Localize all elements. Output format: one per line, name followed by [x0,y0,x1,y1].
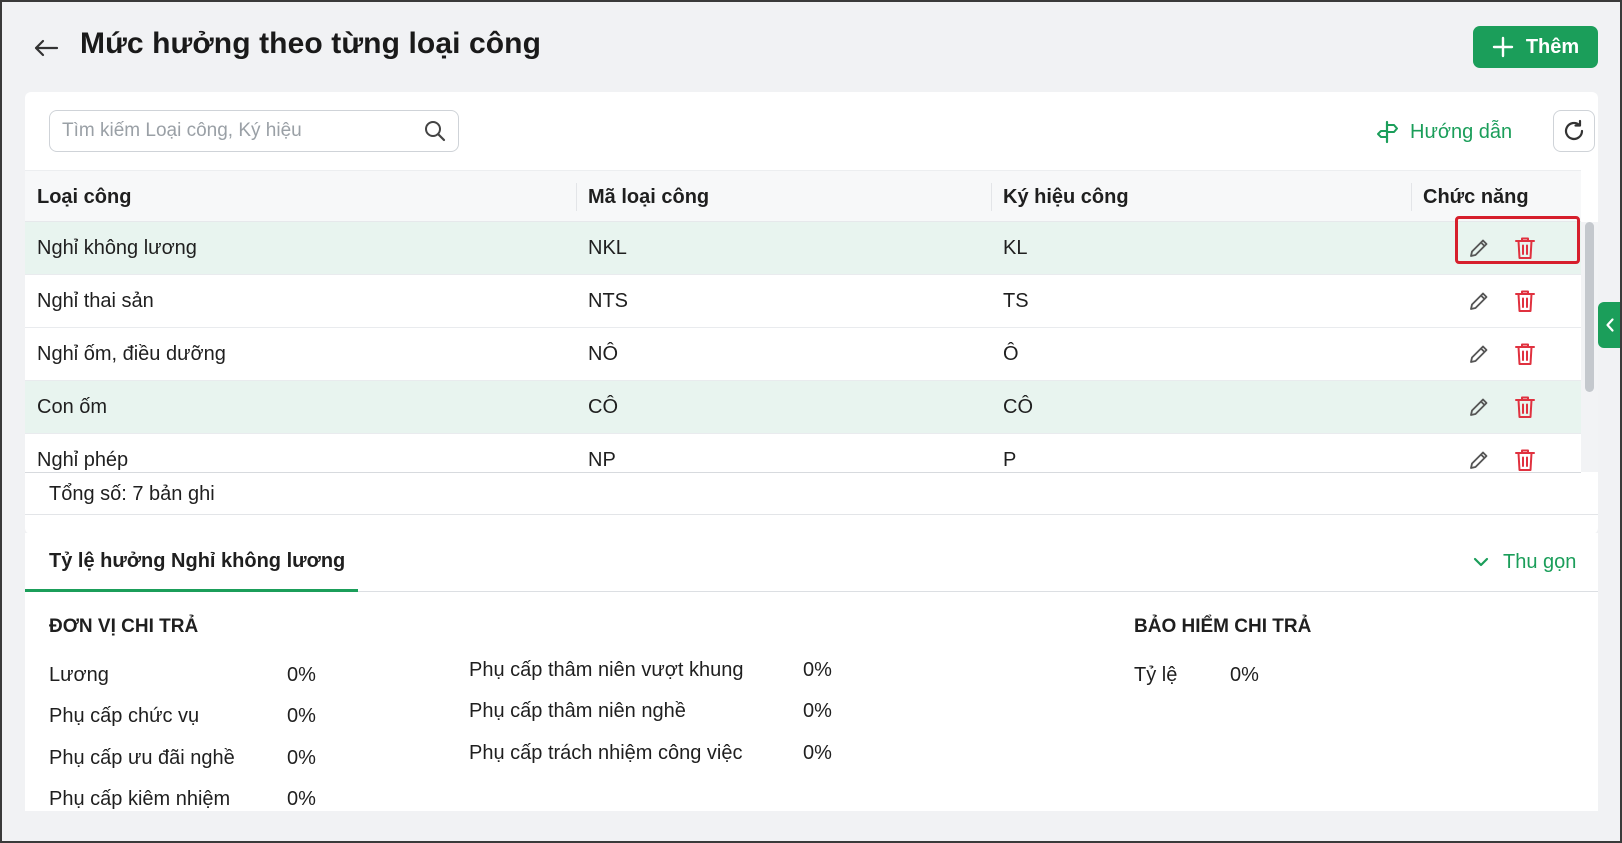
trash-icon[interactable] [1513,395,1537,419]
cell-ma-loai-cong: NKL [588,236,627,259]
row-actions [1455,434,1575,472]
detail-tabbar: Tỷ lệ hưởng Nghỉ không lương Thu gọn [25,533,1598,592]
scrollbar-thumb[interactable] [1585,222,1594,392]
value-phu-cap-uu-dai-nghe: 0% [287,747,316,769]
cell-ky-hieu-cong: CÔ [1003,395,1033,418]
chevron-down-icon [1473,557,1489,567]
table-row[interactable]: Nghỉ thai sản NTS TS [25,275,1581,328]
add-button-label: Thêm [1525,35,1580,58]
cell-ma-loai-cong: CÔ [588,395,618,418]
col-header-loai-cong[interactable]: Loại công [37,171,131,223]
total-count: Tổng số: 7 bản ghi [49,482,215,505]
section-title-don-vi: ĐƠN VỊ CHI TRẢ [49,616,199,637]
column-divider[interactable] [1411,183,1412,211]
label-phu-cap-uu-dai-nghe: Phụ cấp ưu đãi nghề [49,747,235,769]
arrow-left-icon [34,39,59,57]
column-divider[interactable] [991,183,992,211]
value-phu-cap-chuc-vu: 0% [287,705,316,727]
detail-panel: Tỷ lệ hưởng Nghỉ không lương Thu gọn ĐƠN… [25,533,1598,811]
col-header-chuc-nang: Chức năng [1423,185,1529,208]
cell-loai-cong: Nghỉ không lương [37,236,197,259]
trash-icon[interactable] [1513,342,1537,366]
cell-ky-hieu-cong: KL [1003,236,1028,259]
table-header: Loại công Mã loại công Ký hiệu công Chức… [25,170,1581,222]
side-panel-toggle[interactable] [1598,302,1622,348]
value-ty-le: 0% [1230,664,1259,686]
col-header-ma-loai-cong[interactable]: Mã loại công [588,171,709,223]
cell-ky-hieu-cong: Ô [1003,342,1019,365]
trash-icon[interactable] [1513,448,1537,472]
chevron-left-icon [1606,318,1614,332]
label-phu-cap-tham-nien-nghe: Phụ cấp thâm niên nghề [469,700,686,722]
label-phu-cap-tham-nien-vuot-khung: Phụ cấp thâm niên vượt khung [469,659,744,681]
table-scrollbar[interactable] [1581,222,1598,472]
label-luong: Lương [49,664,109,686]
page-title: Mức hưởng theo từng loại công [80,27,542,60]
label-phu-cap-kiem-nhiem: Phụ cấp kiêm nhiệm [49,788,231,810]
value-luong: 0% [287,664,316,686]
value-phu-cap-trach-nhiem-cong-viec: 0% [803,742,832,764]
table-row[interactable]: Nghỉ ốm, điều dưỡng NÔ Ô [25,328,1581,381]
trash-icon[interactable] [1513,289,1537,313]
trash-icon[interactable] [1513,236,1537,260]
refresh-button[interactable] [1553,110,1595,152]
cell-loai-cong: Nghỉ ốm, điều dưỡng [37,342,226,365]
search-icon[interactable] [424,120,446,142]
guide-label: Hướng dẫn [1410,120,1513,143]
add-button[interactable]: Thêm [1473,26,1598,68]
label-phu-cap-trach-nhiem-cong-viec: Phụ cấp trách nhiệm công việc [469,742,743,764]
list-card: Hướng dẫn Loại công Mã loại công Ký hiệu… [25,92,1598,534]
search-box[interactable] [49,110,459,152]
row-actions [1455,328,1575,380]
refresh-icon [1564,119,1584,140]
pencil-icon[interactable] [1467,395,1491,419]
cell-loai-cong: Nghỉ thai sản [37,289,154,312]
data-table: Loại công Mã loại công Ký hiệu công Chức… [25,170,1598,472]
value-phu-cap-tham-nien-nghe: 0% [803,700,832,722]
signpost-icon [1377,120,1398,144]
section-title-bao-hiem: BẢO HIỂM CHI TRẢ [1134,616,1312,637]
pencil-icon[interactable] [1467,236,1491,260]
table-row[interactable]: Con ốm CÔ CÔ [25,381,1581,434]
cell-ma-loai-cong: NÔ [588,342,618,365]
guide-button[interactable]: Hướng dẫn [1376,116,1512,148]
collapse-button[interactable]: Thu gọn [1473,547,1576,577]
table-row[interactable]: Nghỉ không lương NKL KL [25,222,1581,275]
pencil-icon[interactable] [1467,289,1491,313]
cell-loai-cong: Nghỉ phép [37,448,129,471]
cell-ky-hieu-cong: TS [1003,289,1029,312]
row-actions [1455,275,1575,327]
back-button[interactable] [30,32,62,64]
label-phu-cap-chuc-vu: Phụ cấp chức vụ [49,705,200,727]
tab-ty-le-huong[interactable]: Tỷ lệ hưởng Nghỉ không lương [25,533,358,592]
pencil-icon[interactable] [1467,342,1491,366]
cell-ma-loai-cong: NTS [588,289,628,312]
divider [25,472,1581,473]
row-actions [1455,222,1575,274]
search-input[interactable] [62,120,424,142]
page-header: Mức hưởng theo từng loại công Thêm [0,0,1622,92]
col-header-ky-hieu-cong[interactable]: Ký hiệu công [1003,171,1129,223]
column-divider[interactable] [576,183,577,211]
collapse-label: Thu gọn [1503,550,1577,573]
cell-loai-cong: Con ốm [37,395,108,418]
value-phu-cap-kiem-nhiem: 0% [287,788,316,810]
plus-icon [1492,36,1514,58]
cell-ky-hieu-cong: P [1003,448,1017,471]
value-phu-cap-tham-nien-vuot-khung: 0% [803,659,832,681]
label-ty-le: Tỷ lệ [1134,664,1178,686]
divider [25,514,1598,515]
pencil-icon[interactable] [1467,448,1491,472]
table-row[interactable]: Nghỉ phép NP P [25,434,1581,472]
cell-ma-loai-cong: NP [588,448,616,471]
row-actions [1455,381,1575,433]
